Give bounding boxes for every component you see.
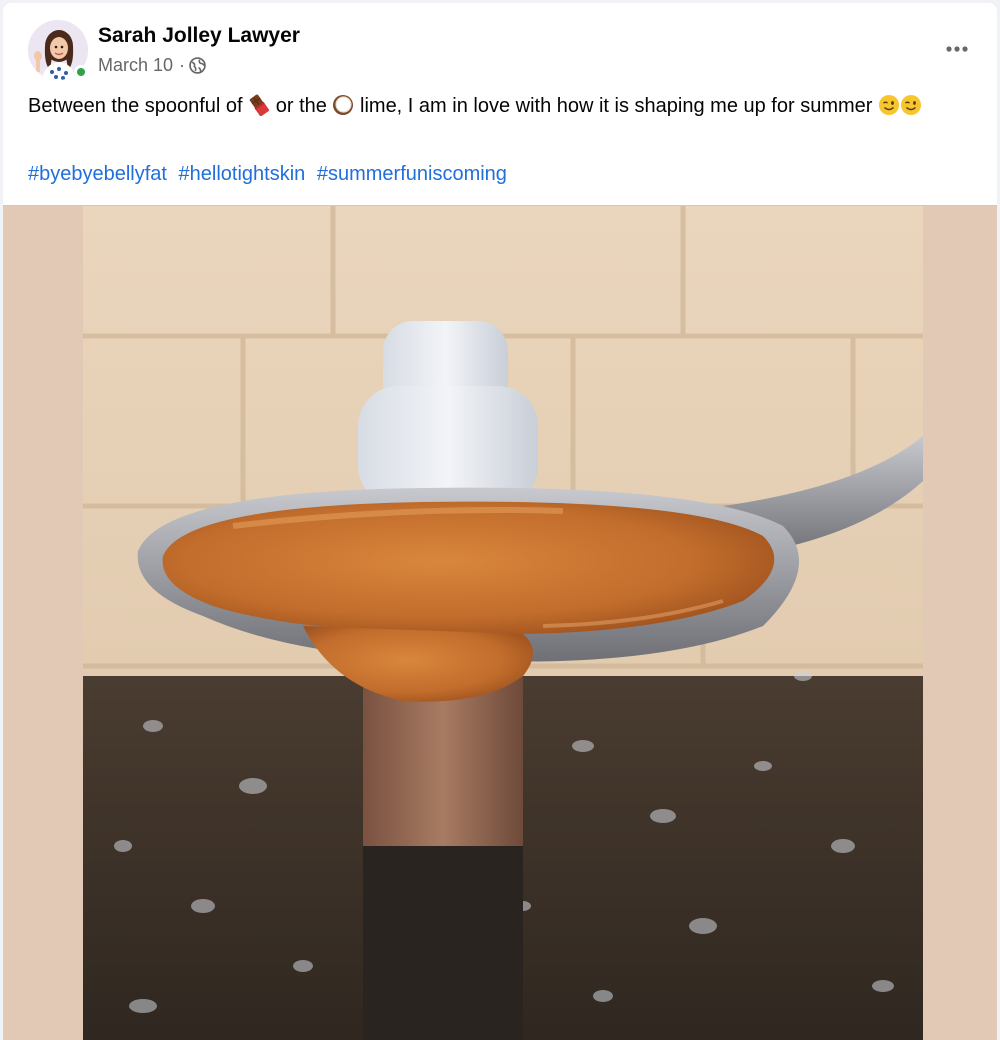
post-text-part3: lime, I am in love with how it is shapin… xyxy=(360,95,873,117)
coconut-emoji-icon xyxy=(332,94,354,116)
author-avatar[interactable] xyxy=(28,20,88,80)
hashtag-link-summerfuniscoming[interactable]: #summerfuniscoming xyxy=(317,163,507,185)
author-name[interactable]: Sarah Jolley Lawyer xyxy=(98,23,300,49)
online-status-indicator xyxy=(74,65,88,79)
post-text: Between the spoonful of or the lime, I a… xyxy=(28,92,958,121)
winking-face-emoji-icon xyxy=(878,94,900,116)
post-header: Sarah Jolley Lawyer March 10 · xyxy=(3,3,997,93)
winking-face-emoji-icon xyxy=(900,94,922,116)
post-text-part1: Between the spoonful of xyxy=(28,95,243,117)
ellipsis-icon xyxy=(945,40,969,58)
meta-separator: · xyxy=(179,54,186,75)
chocolate-bar-emoji-icon xyxy=(248,94,270,117)
globe-icon[interactable] xyxy=(189,56,206,74)
post-meta: March 10 · xyxy=(98,53,206,77)
post-date[interactable]: March 10 xyxy=(98,55,173,76)
hashtag-link-hellotightskin[interactable]: #hellotightskin xyxy=(179,163,306,185)
more-options-button[interactable] xyxy=(939,31,975,67)
post-text-part2: or the xyxy=(275,95,327,117)
photo-spoon-with-syrup-icon xyxy=(83,206,923,1040)
hashtag-link-byebyebellyfat[interactable]: #byebyebellyfat xyxy=(28,163,167,185)
hashtag-list: #byebyebellyfat #hellotightskin #summerf… xyxy=(28,160,513,189)
post-photo[interactable] xyxy=(3,205,997,1040)
facebook-post: Sarah Jolley Lawyer March 10 · Between t… xyxy=(3,3,997,1040)
